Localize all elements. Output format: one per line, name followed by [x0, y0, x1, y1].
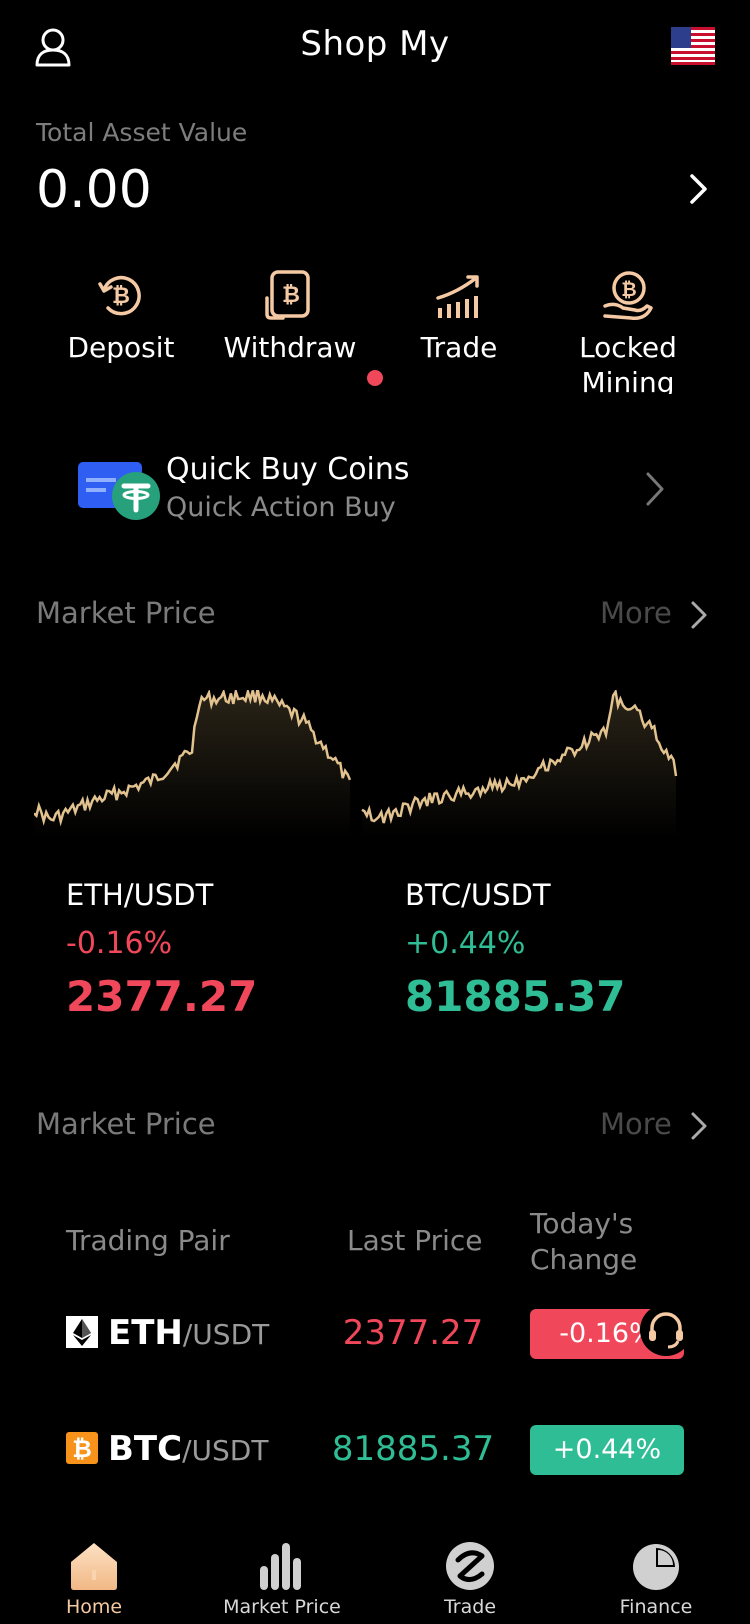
eth-last-price: 2377.27: [342, 1313, 484, 1353]
btc-price: 81885.37: [405, 972, 626, 1021]
trade-button[interactable]: Trade: [374, 268, 544, 365]
todays-change-line1: Today's: [530, 1207, 634, 1240]
nav-finance-label: Finance: [619, 1596, 693, 1618]
locked-mining-button[interactable]: ₿ Locked Mining: [543, 268, 713, 394]
eth-price: 2377.27: [66, 972, 258, 1021]
btc-sparkline-fill: [362, 691, 676, 838]
btc-base: BTC: [108, 1429, 183, 1469]
withdraw-label: Withdraw: [223, 331, 357, 364]
eth-change: -0.16%: [66, 926, 173, 961]
chevron-right-icon: [646, 472, 664, 506]
trade-chart-icon: [436, 275, 479, 318]
eth-coin-icon: [66, 1316, 98, 1348]
btc-pair-label: BTC/USDT: [405, 878, 551, 912]
bar-chart-icon: [260, 1543, 301, 1590]
btc-last-price: 81885.37: [331, 1429, 495, 1469]
btc-quote: /USDT: [182, 1434, 269, 1467]
nav-finance[interactable]: Finance: [566, 1530, 746, 1618]
last-price-header: Last Price: [347, 1224, 483, 1257]
table-row[interactable]: ETH/USDT 2377.27 -0.16%: [0, 1297, 750, 1367]
btc-coin-icon: ₿: [66, 1432, 98, 1464]
pie-chart-icon: [633, 1544, 679, 1590]
svg-text:₿: ₿: [112, 284, 130, 309]
svg-text:₿: ₿: [282, 283, 300, 308]
trading-pair-header: Trading Pair: [66, 1224, 230, 1257]
eth-base: ETH: [108, 1313, 183, 1353]
market-more-link-2[interactable]: More: [600, 1107, 672, 1141]
support-headset-icon[interactable]: [640, 1304, 692, 1356]
trade-icon: [446, 1542, 494, 1590]
us-flag-icon[interactable]: [671, 27, 715, 65]
eth-quote: /USDT: [182, 1318, 270, 1351]
deposit-button[interactable]: ₿ Deposit: [36, 268, 206, 365]
locked-mining-label: Locked Mining: [579, 331, 677, 394]
quick-buy-banner[interactable]: Quick Buy Coins Quick Action Buy: [72, 448, 672, 528]
eth-pair-label: ETH/USDT: [66, 878, 214, 912]
deposit-label: Deposit: [67, 331, 175, 364]
market-price-heading-2: Market Price: [36, 1107, 216, 1141]
total-asset-value: 0.00: [36, 160, 152, 220]
nav-home-label: Home: [65, 1596, 123, 1618]
quick-actions: ₿ Deposit ₿ Withdraw Trade ₿ Locked Mini…: [0, 268, 750, 408]
notification-dot: [367, 370, 383, 386]
svg-text:₿: ₿: [621, 279, 636, 301]
eth-pair: ETH/USDT: [108, 1313, 269, 1353]
deposit-bitcoin-icon: ₿: [98, 275, 141, 316]
nav-market-price-label: Market Price: [223, 1596, 341, 1618]
nav-trade-label: Trade: [443, 1596, 497, 1618]
withdraw-button[interactable]: ₿ Withdraw: [205, 268, 375, 365]
tether-card-icon: [78, 462, 160, 520]
todays-change-line2: Change: [530, 1243, 638, 1276]
btc-pair: BTC/USDT: [108, 1429, 268, 1469]
market-more-link[interactable]: More: [600, 596, 672, 630]
nav-home[interactable]: Home: [4, 1530, 184, 1618]
page-title: Shop My: [300, 24, 450, 64]
table-row[interactable]: ₿ BTC/USDT 81885.37 +0.44%: [0, 1413, 750, 1483]
btc-change: +0.44%: [405, 926, 526, 961]
nav-market-price[interactable]: Market Price: [192, 1530, 372, 1618]
chevron-right-icon[interactable]: [688, 172, 710, 206]
nav-trade[interactable]: Trade: [380, 1530, 560, 1618]
total-asset-label: Total Asset Value: [36, 118, 248, 147]
bottom-nav: Home Market Price Trade Finance: [0, 1530, 750, 1624]
quick-buy-title: Quick Buy Coins: [166, 452, 410, 487]
home-icon: [71, 1543, 117, 1590]
svg-text:₿: ₿: [72, 1435, 92, 1463]
eth-sparkline-fill: [34, 690, 350, 838]
header: Shop My: [0, 0, 750, 95]
btc-change-badge: +0.44%: [530, 1425, 684, 1475]
quick-buy-subtitle: Quick Action Buy: [166, 492, 396, 523]
trade-label: Trade: [420, 331, 498, 364]
chevron-right-icon[interactable]: [690, 600, 708, 630]
chevron-right-icon[interactable]: [690, 1111, 708, 1141]
locked-mining-icon: ₿: [603, 271, 653, 321]
withdraw-bitcoin-icon: ₿: [265, 270, 310, 320]
mini-sparklines: [34, 690, 678, 838]
todays-change-header: Today's Change: [530, 1206, 637, 1278]
market-price-heading: Market Price: [36, 596, 216, 630]
